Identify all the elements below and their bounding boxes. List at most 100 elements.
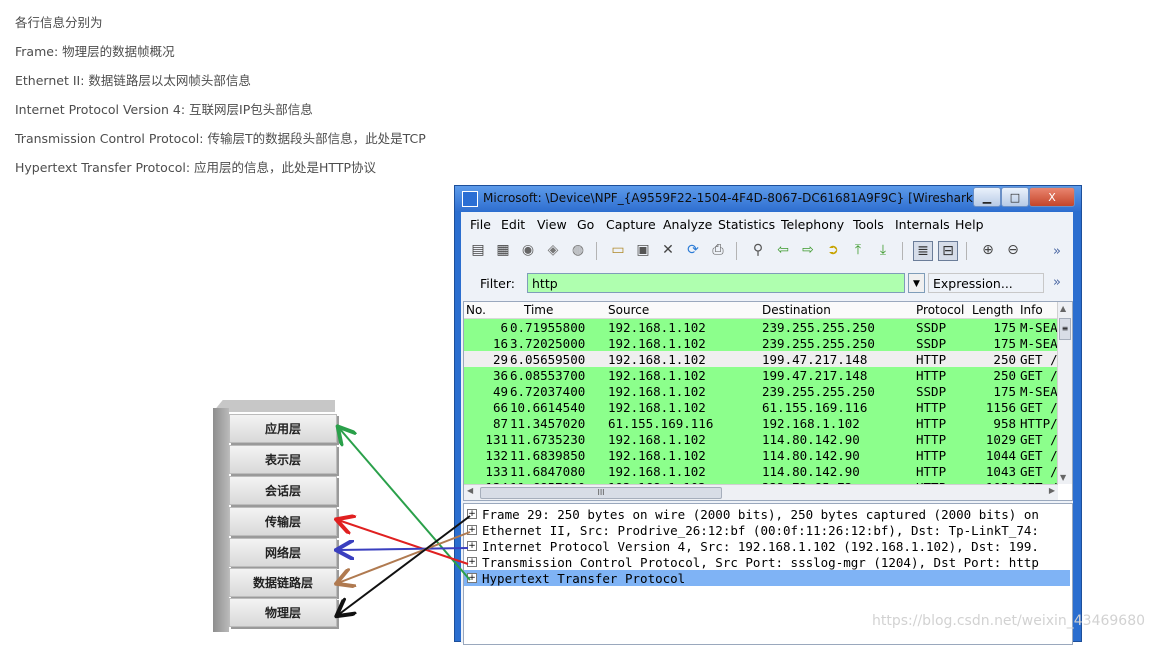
packet-cell-info: GET / (1020, 400, 1058, 415)
menu-telephony[interactable]: Telephony (781, 217, 844, 232)
zoom-out-icon[interactable]: ⊖ (1004, 241, 1022, 259)
packet-row[interactable]: 131 11.6735230 192.168.1.102 114.80.142.90 H… (464, 431, 1058, 447)
menu-go[interactable]: Go (577, 217, 594, 232)
save-file-icon[interactable]: ▣ (634, 241, 652, 259)
col-protocol[interactable]: Protocol (916, 303, 964, 317)
packet-list-hscroll[interactable]: ◀ III ▶ (464, 484, 1058, 500)
detail-http[interactable]: + Hypertext Transfer Protocol (464, 570, 1070, 586)
packet-cell-proto: HTTP (916, 432, 947, 447)
menu-statistics[interactable]: Statistics (718, 217, 775, 232)
minimize-button[interactable]: ▁ (973, 187, 1001, 207)
close-file-icon[interactable]: ✕ (659, 241, 677, 259)
go-to-packet-icon[interactable]: ➲ (824, 241, 842, 259)
interfaces-icon[interactable]: ▤ (469, 241, 487, 259)
col-source[interactable]: Source (608, 303, 649, 317)
toolbar-overflow-icon[interactable]: » (1053, 244, 1061, 259)
menu-capture[interactable]: Capture (606, 217, 656, 232)
arrow-ip-to-network (338, 548, 469, 550)
go-forward-icon[interactable]: ⇨ (799, 241, 817, 259)
menu-analyze[interactable]: Analyze (663, 217, 712, 232)
maximize-button[interactable]: □ (1001, 187, 1029, 207)
menu-tools[interactable]: Tools (853, 217, 884, 232)
col-time[interactable]: Time (524, 303, 553, 317)
find-packet-icon[interactable]: ⚲ (749, 241, 767, 259)
zoom-in-icon[interactable]: ⊕ (979, 241, 997, 259)
go-back-icon[interactable]: ⇦ (774, 241, 792, 259)
detail-ethernet[interactable]: + Ethernet II, Src: Prodrive_26:12:bf (00… (464, 522, 1070, 538)
close-button[interactable]: X (1029, 187, 1075, 207)
col-destination[interactable]: Destination (762, 303, 831, 317)
menu-file[interactable]: File (470, 217, 491, 232)
hscroll-thumb[interactable]: III (480, 487, 722, 499)
expand-icon[interactable]: + (467, 557, 477, 567)
scroll-right-icon[interactable]: ▶ (1049, 486, 1055, 495)
packet-row[interactable]: 29 6.05659500 192.168.1.102 199.47.217.148 H… (464, 351, 1058, 367)
packet-cell-time: 0.71955800 (510, 320, 586, 335)
col-no[interactable]: No. (466, 303, 486, 317)
packet-cell-no: 6 (500, 320, 508, 335)
filter-input[interactable]: http (527, 273, 905, 293)
packet-cell-no: 87 (492, 416, 508, 431)
packet-row[interactable]: 49 6.72037400 192.168.1.102 239.255.255.250… (464, 383, 1058, 399)
packet-cell-len: 1029 (985, 432, 1016, 447)
expand-icon[interactable]: + (467, 573, 477, 583)
packet-cell-src: 192.168.1.102 (608, 400, 706, 415)
note-ethernet: Ethernet II: 数据链路层以太网帧头部信息 (15, 73, 251, 88)
packet-cell-len: 175 (993, 336, 1016, 351)
packet-cell-src: 192.168.1.102 (608, 336, 706, 351)
menu-help[interactable]: Help (955, 217, 984, 232)
print-icon[interactable]: ⎙ (709, 241, 727, 259)
expression-button[interactable]: Expression... (928, 273, 1044, 293)
packet-cell-proto: HTTP (916, 416, 947, 431)
auto-scroll-icon[interactable]: ⊟ (938, 241, 958, 261)
reload-icon[interactable]: ⟳ (684, 241, 702, 259)
expand-icon[interactable]: + (467, 509, 477, 519)
packet-list: No. Time Source Destination Protocol Len… (463, 301, 1073, 501)
restart-capture-icon[interactable]: ◍ (569, 241, 587, 259)
expand-icon[interactable]: + (467, 525, 477, 535)
open-file-icon[interactable]: ▭ (609, 241, 627, 259)
packet-row[interactable]: 133 11.6847080 192.168.1.102 114.80.142.90 H… (464, 463, 1058, 479)
packet-row[interactable]: 36 6.08553700 192.168.1.102 199.47.217.148 H… (464, 367, 1058, 383)
detail-tcp[interactable]: + Transmission Control Protocol, Src Port… (464, 554, 1070, 570)
capture-options-icon[interactable]: ▦ (494, 241, 512, 259)
detail-ip[interactable]: + Internet Protocol Version 4, Src: 192.1… (464, 538, 1070, 554)
packet-row[interactable]: 16 3.72025000 192.168.1.102 239.255.255.250… (464, 335, 1058, 351)
packet-cell-proto: SSDP (916, 384, 947, 399)
packet-row[interactable]: 66 10.6614540 192.168.1.102 61.155.169.116 H… (464, 399, 1058, 415)
col-length[interactable]: Length (972, 303, 1013, 317)
packet-cell-no: 16 (492, 336, 508, 351)
menu-internals[interactable]: Internals (895, 217, 950, 232)
expand-icon[interactable]: + (467, 541, 477, 551)
filter-overflow-icon[interactable]: » (1053, 275, 1061, 290)
packet-cell-no: 36 (492, 368, 508, 383)
menu-view[interactable]: View (537, 217, 567, 232)
packet-row[interactable]: 132 11.6839850 192.168.1.102 114.80.142.90 H… (464, 447, 1058, 463)
watermark: https://blog.csdn.net/weixin_43469680 (872, 613, 1146, 629)
col-info[interactable]: Info (1020, 303, 1043, 317)
packet-cell-len: 175 (993, 384, 1016, 399)
note-ip: Internet Protocol Version 4: 互联网层IP包头部信息 (15, 102, 313, 117)
packet-cell-src: 192.168.1.102 (608, 384, 706, 399)
packet-cell-no: 131 (485, 432, 508, 447)
detail-frame[interactable]: + Frame 29: 250 bytes on wire (2000 bits)… (464, 506, 1070, 522)
stop-capture-icon[interactable]: ◈ (544, 241, 562, 259)
packet-row[interactable]: 87 11.3457020 61.155.169.116 192.168.1.102 H… (464, 415, 1058, 431)
stack-side (213, 408, 229, 632)
first-packet-icon[interactable]: ⤒ (849, 241, 867, 259)
packet-list-vscroll[interactable]: ▲ ≡ ▼ (1057, 302, 1072, 484)
packet-cell-time: 11.6735230 (510, 432, 586, 447)
osi-physical-layer: 物理层 (229, 598, 337, 627)
arrow-ethernet-to-datalink (338, 531, 471, 583)
menu-edit[interactable]: Edit (501, 217, 525, 232)
start-capture-icon[interactable]: ◉ (519, 241, 537, 259)
scroll-up-icon[interactable]: ▲ (1060, 304, 1066, 313)
colorize-icon[interactable]: ≣ (913, 241, 933, 261)
filter-dropdown-icon[interactable]: ▼ (908, 273, 925, 293)
scroll-down-icon[interactable]: ▼ (1060, 473, 1066, 482)
packet-row[interactable]: 6 0.71955800 192.168.1.102 239.255.255.250 S… (464, 319, 1058, 335)
scroll-left-icon[interactable]: ◀ (467, 486, 473, 495)
last-packet-icon[interactable]: ⤓ (874, 241, 892, 259)
vscroll-thumb[interactable]: ≡ (1059, 318, 1071, 340)
packet-cell-info: GET / (1020, 432, 1058, 447)
